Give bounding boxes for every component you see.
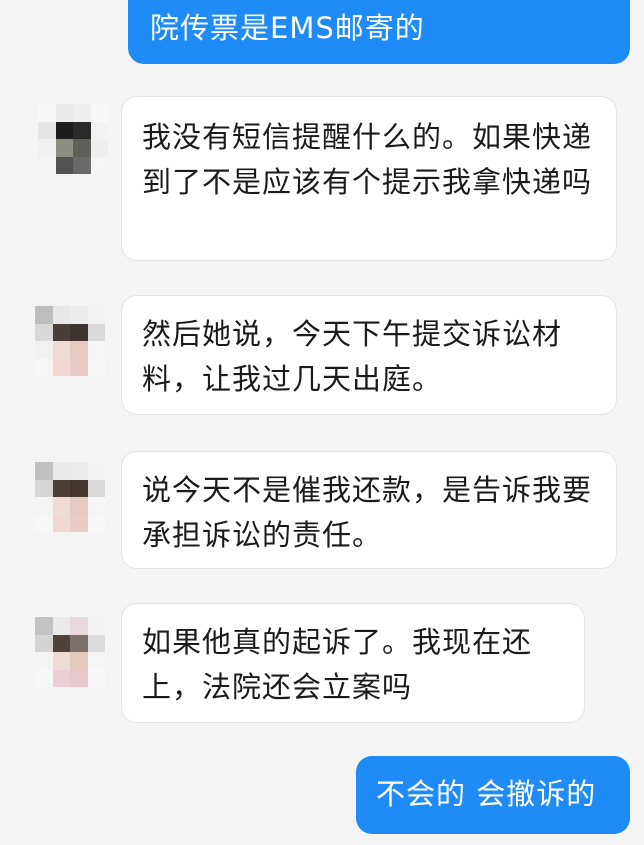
contact-avatar[interactable] bbox=[35, 617, 105, 687]
message-bubble-incoming[interactable]: 我没有短信提醒什么的。如果快递到了不是应该有个提示我拿快递吗 bbox=[121, 96, 617, 261]
message-bubble-incoming[interactable]: 说今天不是催我还款，是告诉我要承担诉讼的责任。 bbox=[121, 451, 617, 569]
contact-avatar[interactable] bbox=[35, 306, 105, 376]
message-text: 然后她说，今天下午提交诉讼材料，让我过几天出庭。 bbox=[142, 317, 563, 396]
message-text: 如果他真的起诉了。我现在还上，法院还会立案吗 bbox=[142, 625, 533, 704]
message-bubble-outgoing[interactable]: 不会的 会撤诉的 bbox=[356, 756, 630, 834]
contact-avatar[interactable] bbox=[38, 104, 108, 174]
message-text: 院传票是EMS邮寄的 bbox=[150, 11, 425, 45]
message-bubble-incoming[interactable]: 然后她说，今天下午提交诉讼材料，让我过几天出庭。 bbox=[121, 295, 617, 415]
message-bubble-incoming[interactable]: 如果他真的起诉了。我现在还上，法院还会立案吗 bbox=[121, 603, 585, 723]
message-text: 说今天不是催我还款，是告诉我要承担诉讼的责任。 bbox=[142, 473, 593, 552]
message-bubble-outgoing[interactable]: 院传票是EMS邮寄的 bbox=[128, 0, 630, 64]
message-text: 不会的 会撤诉的 bbox=[376, 777, 597, 811]
message-text: 我没有短信提醒什么的。如果快递到了不是应该有个提示我拿快递吗 bbox=[142, 120, 593, 199]
contact-avatar[interactable] bbox=[35, 462, 105, 532]
